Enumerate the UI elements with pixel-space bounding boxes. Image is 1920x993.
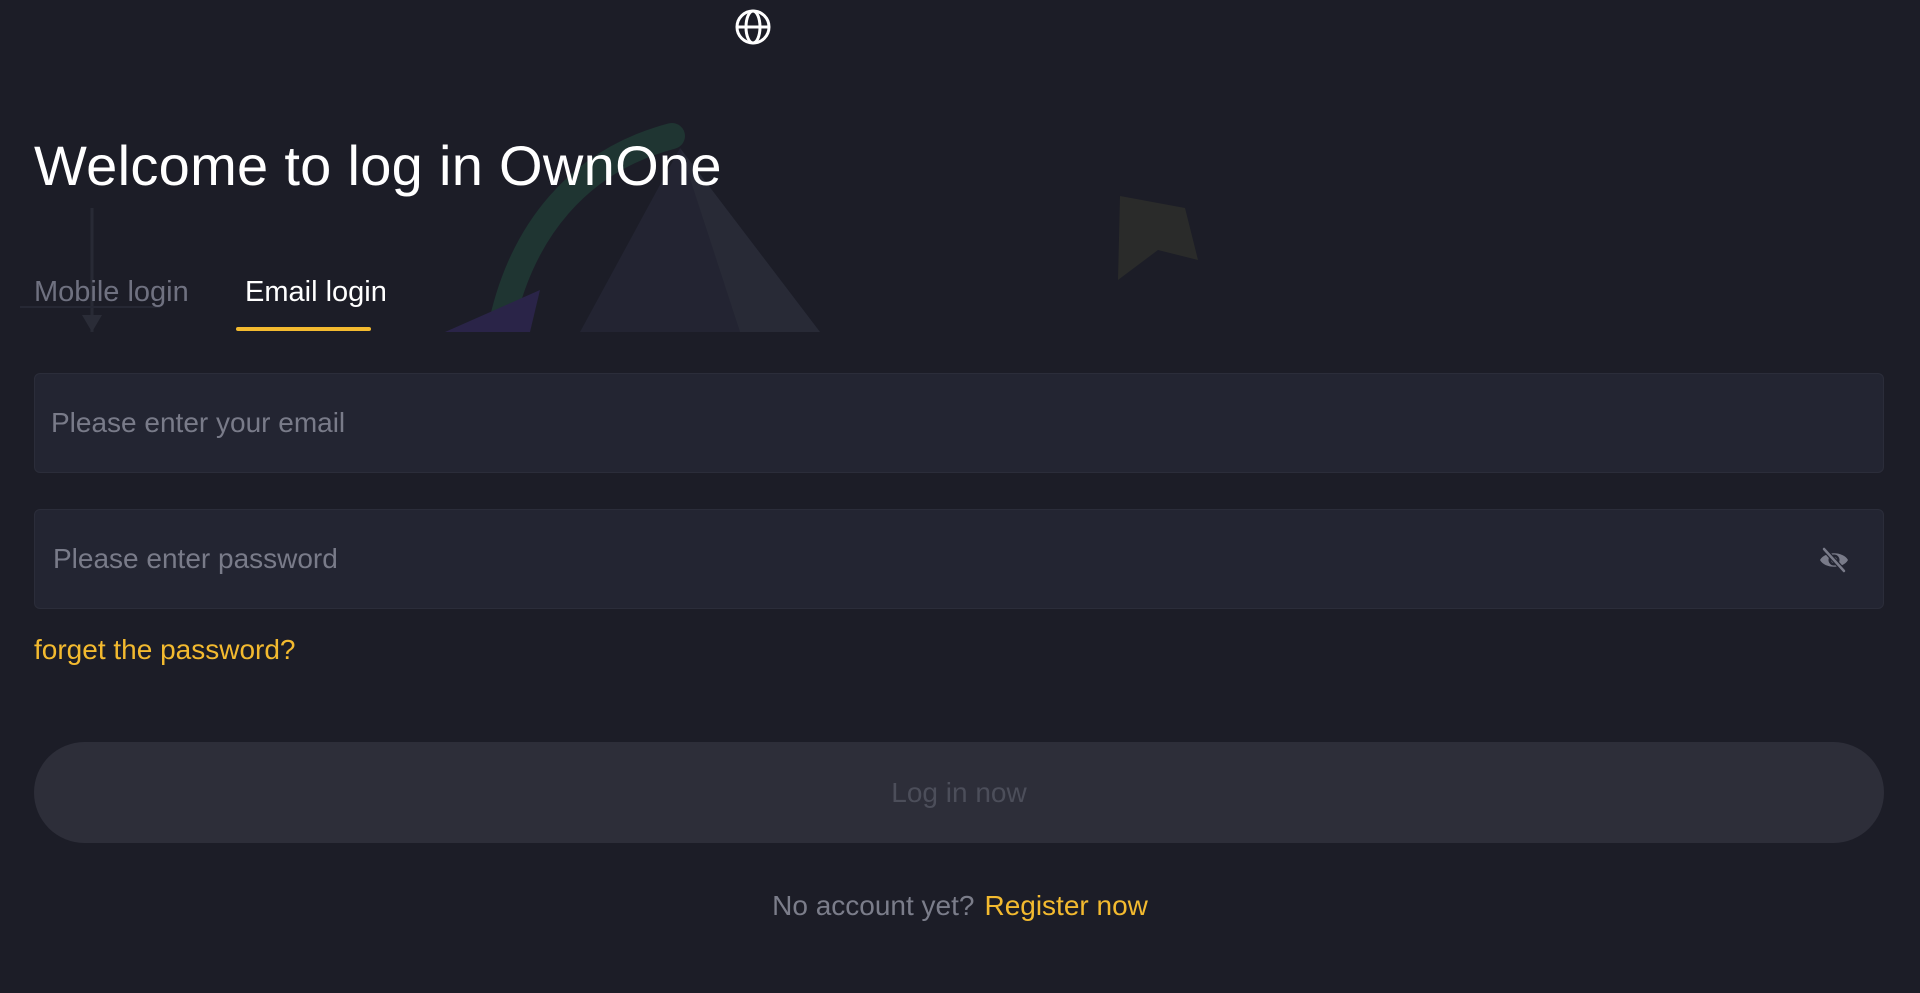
tab-email-login[interactable]: Email login (245, 276, 387, 309)
tab-mobile-login[interactable]: Mobile login (34, 276, 189, 309)
forgot-password-link[interactable]: forget the password? (34, 634, 296, 666)
register-link[interactable]: Register now (984, 890, 1147, 921)
page-title: Welcome to log in OwnOne (34, 134, 722, 197)
no-account-text: No account yet? (772, 890, 975, 921)
globe-icon[interactable] (734, 8, 772, 46)
active-tab-indicator (236, 327, 371, 331)
login-button[interactable]: Log in now (34, 742, 1884, 843)
password-input[interactable] (53, 510, 1793, 608)
eye-slash-icon[interactable] (1818, 544, 1850, 576)
login-page: Welcome to log in OwnOne Mobile login Em… (0, 0, 1920, 993)
email-input[interactable] (51, 374, 1851, 472)
register-row: No account yet? Register now (0, 890, 1920, 922)
email-field-container (34, 373, 1884, 473)
password-field-container (34, 509, 1884, 609)
